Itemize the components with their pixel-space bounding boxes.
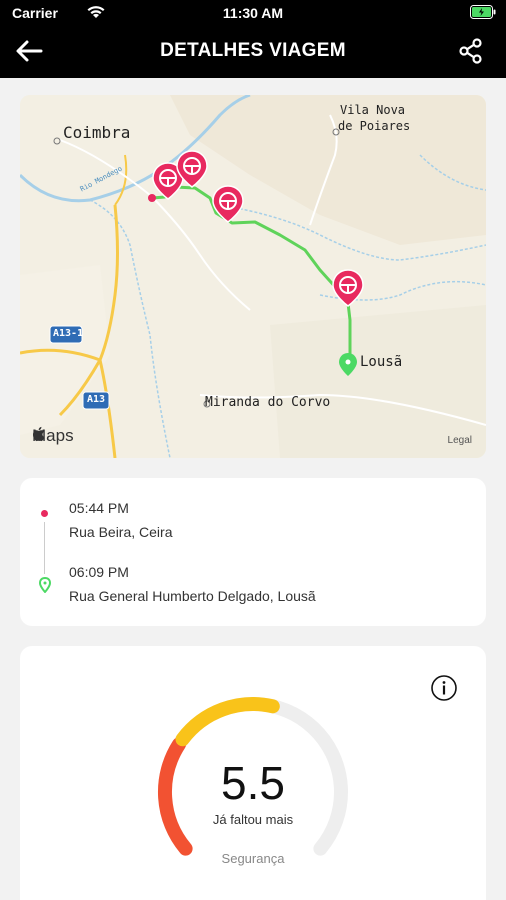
end-time: 06:09 PM [69, 564, 129, 580]
battery-icon [470, 5, 496, 24]
road-shield-a13-1: A13-1 [53, 328, 84, 339]
map-label-miranda: Miranda do Corvo [205, 395, 331, 410]
share-icon [459, 38, 482, 64]
road-shield-a13: A13 [87, 394, 106, 405]
info-button[interactable] [430, 674, 458, 702]
status-time: 11:30 AM [222, 5, 284, 21]
start-address: Rua Beira, Ceira [69, 524, 173, 540]
safety-label: Segurança [221, 851, 285, 866]
map-label-lousa: Lousã [360, 354, 403, 370]
apple-logo-icon [32, 426, 45, 442]
map-label-poiares: de Poiares [338, 119, 411, 133]
timeline-line [44, 522, 45, 574]
start-dot-icon [41, 510, 48, 517]
safety-message: Já faltou mais [212, 812, 294, 827]
start-time: 05:44 PM [69, 500, 129, 516]
page-title: DETALHES VIAGEM [160, 40, 346, 61]
route-map[interactable]: Coimbra Vila Nova de Poiares Lousã Miran… [20, 95, 486, 458]
status-bar: Carrier 11:30 AM [0, 0, 506, 26]
end-address: Rua General Humberto Delgado, Lousã [69, 588, 316, 604]
safety-score-value: 5.5 [221, 757, 285, 809]
share-button[interactable] [456, 36, 486, 66]
maps-brand: Maps [32, 426, 74, 446]
map-label-vila-nova: Vila Nova [340, 103, 406, 117]
legal-link[interactable]: Legal [448, 435, 472, 446]
info-icon [431, 675, 457, 701]
map-label-coimbra: Coimbra [63, 123, 131, 142]
gauge-mid-segment [175, 697, 280, 747]
app-header: Carrier 11:30 AM DETALHES VIAGEM [0, 0, 506, 78]
trip-details-card: 05:44 PM Rua Beira, Ceira 06:09 PM Rua G… [20, 478, 486, 626]
safety-score-card: 5.5 Já faltou mais Segurança [20, 646, 486, 900]
end-pin-icon [38, 576, 52, 594]
